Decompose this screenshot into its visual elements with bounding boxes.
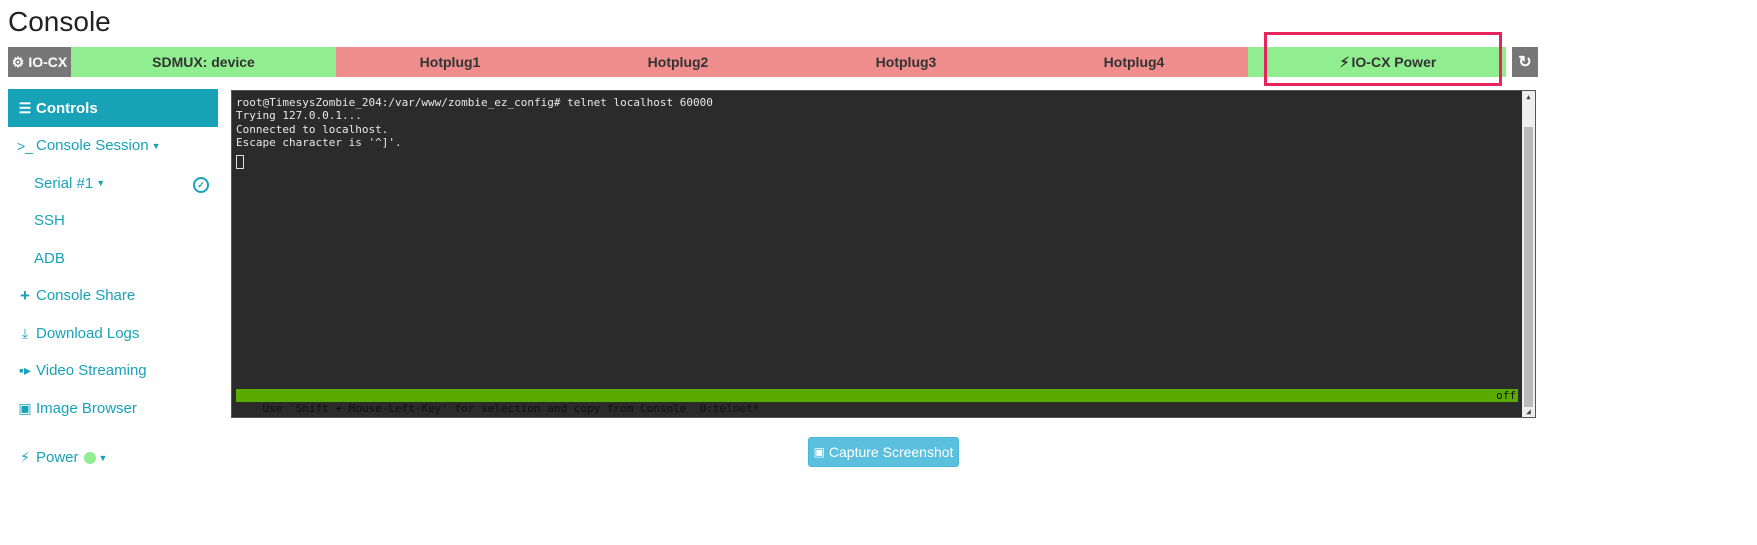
- iocx-settings-button[interactable]: ⚙ IO-CX: [8, 47, 71, 77]
- bolt-icon: ⚡︎: [1339, 53, 1350, 70]
- sdmux-toggle[interactable]: SDMUX: device: [71, 47, 336, 77]
- terminal-output: root@TimesysZombie_204:/var/www/zombie_e…: [236, 96, 713, 172]
- check-circle-icon: ✓: [193, 176, 209, 193]
- menu-icon: ☰: [18, 99, 32, 116]
- terminal-scrollbar[interactable]: ▲: [1522, 91, 1535, 417]
- hotplug2-toggle[interactable]: Hotplug2: [564, 47, 792, 77]
- sidebar-item-video-streaming[interactable]: ▪▸ Video Streaming: [8, 352, 218, 390]
- tmux-status-bar: Use 'Shift + Mouse-Left-Key' for selecti…: [236, 389, 1518, 415]
- plus-icon: +: [20, 285, 30, 305]
- resize-grip-icon[interactable]: ◢: [1526, 408, 1534, 416]
- sidebar-header[interactable]: ☰ Controls: [8, 89, 218, 127]
- sidebar-item-power[interactable]: ⚡︎ Power ▼: [8, 439, 218, 477]
- sidebar: ☰ Controls >_ Console Session ▼ Serial #…: [8, 89, 218, 477]
- status-left-text: Use 'Shift + Mouse-Left-Key' for selecti…: [262, 402, 760, 415]
- sidebar-item-console-share[interactable]: + Console Share: [8, 277, 218, 315]
- sidebar-item-console-session[interactable]: >_ Console Session ▼: [8, 127, 218, 165]
- terminal-icon: >_: [17, 137, 33, 154]
- terminal-line: Escape character is '^]'.: [236, 135, 402, 149]
- gear-icon: ⚙: [11, 53, 25, 70]
- scroll-up-arrow-icon[interactable]: ▲: [1522, 91, 1535, 103]
- sidebar-item-ssh[interactable]: SSH: [8, 202, 218, 240]
- chevron-down-icon: ▼: [98, 452, 108, 463]
- hotplug1-toggle[interactable]: Hotplug1: [336, 47, 564, 77]
- sidebar-item-download-logs[interactable]: ⤓ Download Logs: [8, 315, 218, 353]
- chevron-down-icon: ▼: [96, 178, 106, 189]
- status-right-text: off: [1496, 389, 1516, 402]
- video-icon: ▪▸: [19, 362, 31, 379]
- scroll-thumb[interactable]: [1524, 127, 1533, 407]
- terminal-line: Connected to localhost.: [236, 122, 389, 136]
- device-toolbar: ⚙ IO-CX SDMUX: device Hotplug1 Hotplug2 …: [8, 32, 1738, 86]
- hotplug3-toggle[interactable]: Hotplug3: [792, 47, 1020, 77]
- terminal-line: Trying 127.0.0.1...: [236, 109, 362, 123]
- sidebar-item-adb[interactable]: ADB: [8, 240, 218, 278]
- iocx-power-toggle[interactable]: ⚡︎ IO-CX Power: [1270, 47, 1506, 77]
- image-icon: ▣: [18, 399, 32, 416]
- terminal-cursor: [236, 155, 244, 170]
- chevron-down-icon: ▼: [151, 140, 161, 151]
- camera-icon: ▣: [813, 445, 825, 459]
- power-status-dot: [83, 451, 96, 464]
- sidebar-item-serial-1[interactable]: Serial #1 ▼ ✓: [8, 165, 218, 203]
- terminal-line: root@TimesysZombie_204:/var/www/zombie_e…: [236, 96, 713, 109]
- refresh-icon: ↻: [1518, 54, 1532, 71]
- toolbar-spacer: [1248, 47, 1270, 77]
- page-title: Console: [8, 6, 111, 37]
- sidebar-item-image-browser[interactable]: ▣ Image Browser: [8, 390, 218, 428]
- hotplug4-toggle[interactable]: Hotplug4: [1020, 47, 1248, 77]
- console-terminal[interactable]: root@TimesysZombie_204:/var/www/zombie_e…: [231, 90, 1536, 418]
- bolt-icon: ⚡︎: [20, 449, 30, 466]
- refresh-button[interactable]: ↻: [1512, 47, 1538, 77]
- capture-screenshot-button[interactable]: ▣ Capture Screenshot: [808, 437, 959, 467]
- download-icon: ⤓: [21, 324, 29, 341]
